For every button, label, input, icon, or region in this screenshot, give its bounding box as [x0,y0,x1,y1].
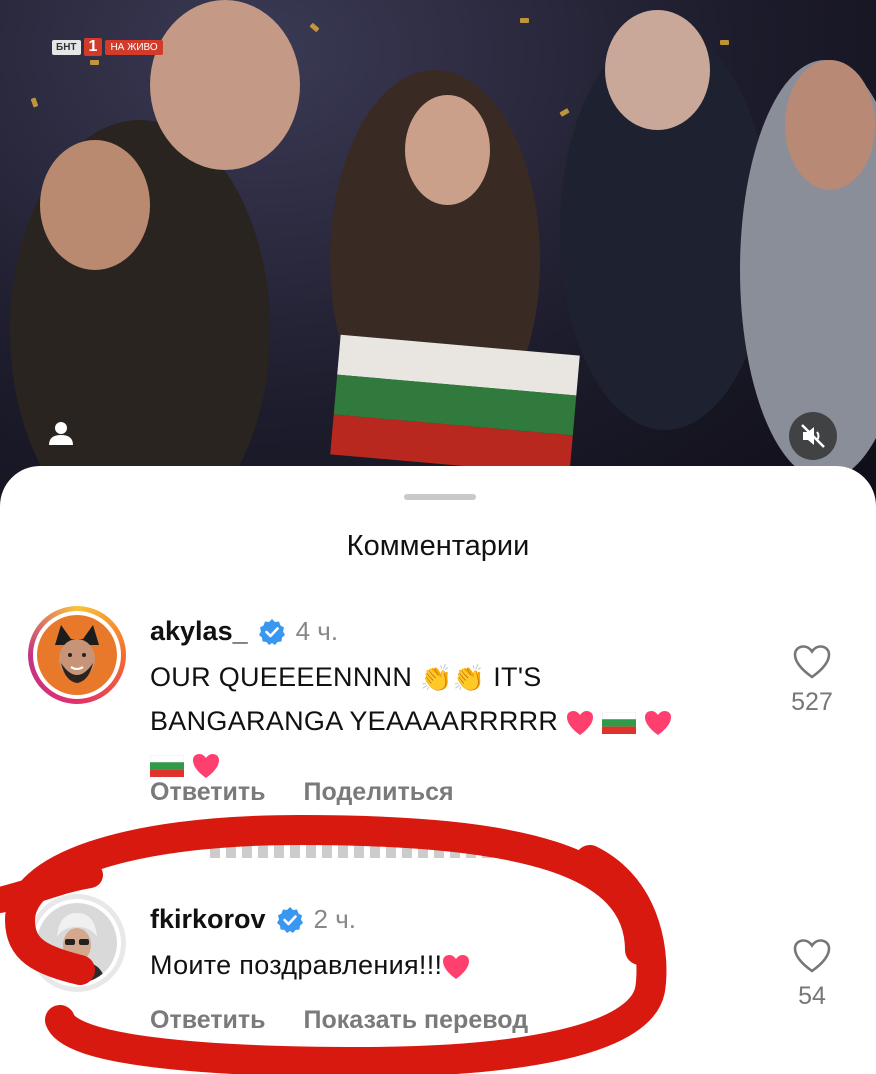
sheet-title: Комментарии [346,530,530,562]
comment-text: Моите поздравления!!! [150,944,740,987]
confetti [30,97,39,108]
reply-button[interactable]: Ответить [150,778,266,807]
confetti [559,108,570,117]
heart-emoji-icon [644,711,671,736]
comment-text-line1: OUR QUEEEENNNN [150,662,413,692]
confetti [720,40,729,45]
heart-emoji-icon [443,954,470,979]
like-control: 54 [790,938,834,1011]
comment-timestamp: 4 ч. [295,616,339,646]
like-count: 527 [791,688,833,716]
heart-outline-icon[interactable] [792,644,832,680]
story-ring[interactable] [28,606,126,704]
comment-text: OUR QUEEEENNNN 👏👏 IT'S BANGARANGA YEAAAA… [150,656,740,786]
crowd-face [405,95,490,205]
heart-outline-icon[interactable] [792,938,832,974]
sheet-drag-handle[interactable] [404,494,476,500]
channel-logo: БНТ 1 НА ЖИВО [52,38,163,56]
crowd-face [40,140,150,270]
confetti [90,60,99,65]
comments-sheet: Комментарии akylas_ 4 ч. OUR QUEEEENNNN … [0,466,876,1074]
bulgarian-flag-prop [330,334,580,476]
bulgarian-flag-icon [150,755,184,778]
comment-body: Моите поздравления!!! [150,950,443,980]
reply-button[interactable]: Ответить [150,1006,266,1035]
verified-badge-icon [258,618,285,645]
heart-emoji-icon [192,754,219,779]
speaker-muted-icon [801,424,825,448]
comment-timestamp: 2 ч. [313,904,356,934]
avatar [37,615,117,695]
comment-username[interactable]: fkirkorov [150,904,266,935]
comment-item: fkirkorov 2 ч. Моите поздравления!!! Отв… [0,894,876,1074]
clapping-hands-icon: 👏 [420,663,453,694]
channel-logo-text: БНТ [52,39,81,55]
hidden-text-fragment [210,844,530,858]
clapping-hands-icon: 👏 [452,663,486,694]
avatar [37,903,117,983]
comment-text-line1-end: IT'S [493,662,542,692]
share-button[interactable]: Поделиться [304,778,454,807]
avatar-ring[interactable] [28,894,126,992]
like-count: 54 [798,982,826,1010]
confetti [309,22,320,33]
comment-text-line2: BANGARANGA YEAAAARRRRR [150,706,559,737]
comment-item: akylas_ 4 ч. OUR QUEEEENNNN 👏👏 IT'S BANG… [0,606,876,826]
channel-number: 1 [83,38,103,56]
like-control: 527 [790,644,834,717]
confetti [520,18,529,23]
person-icon[interactable] [48,420,74,446]
comment-username[interactable]: akylas_ [150,616,248,647]
crowd-face [785,60,875,190]
heart-emoji-icon [567,711,594,736]
crowd-face [605,10,710,130]
bulgarian-flag-icon [601,712,636,735]
show-translation-button[interactable]: Показать перевод [304,1006,529,1035]
live-label: НА ЖИВО [105,39,163,55]
crowd-hand [150,0,300,170]
video-player[interactable]: БНТ 1 НА ЖИВО [0,0,876,520]
verified-badge-icon [276,906,303,933]
mute-button[interactable] [789,412,837,460]
